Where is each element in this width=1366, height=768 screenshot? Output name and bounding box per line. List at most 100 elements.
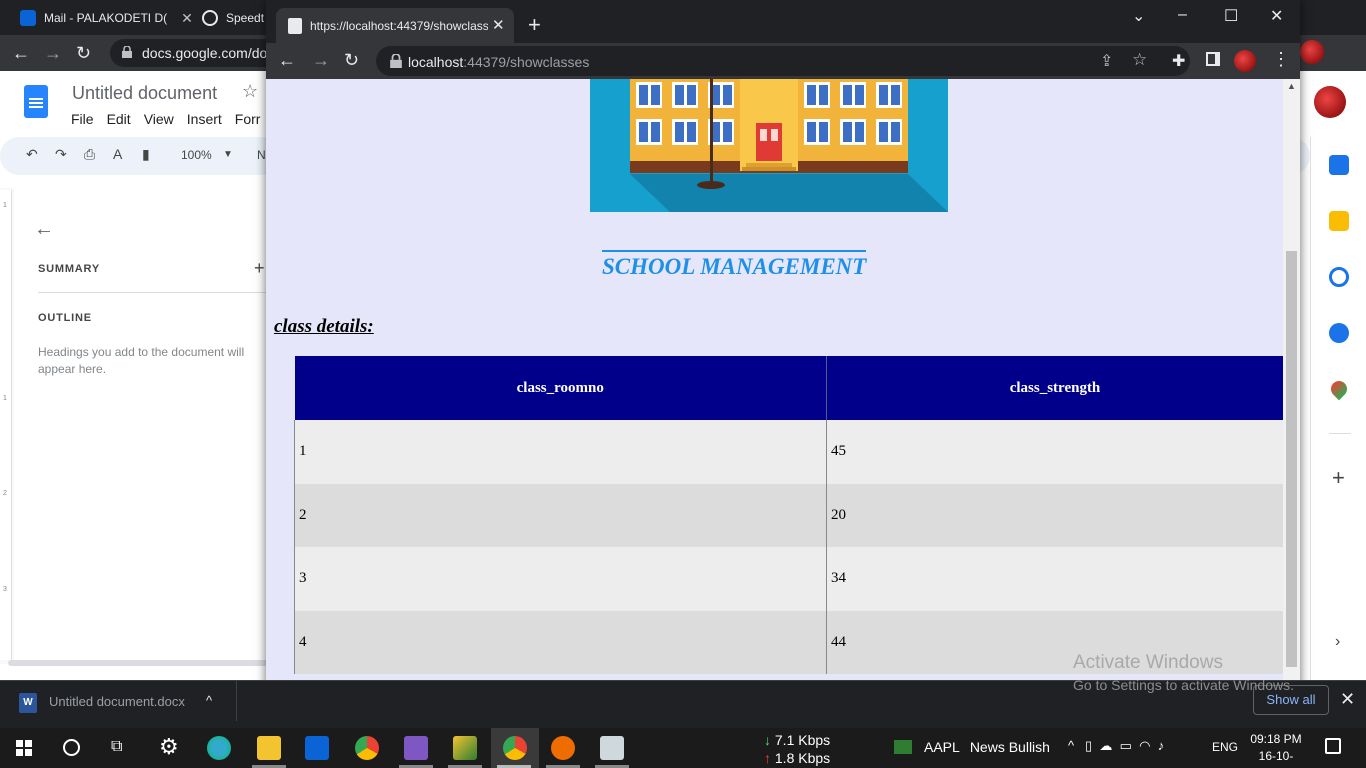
profile-avatar[interactable] [1300,40,1324,64]
menu-edit[interactable]: Edit [107,111,131,127]
new-tab-icon[interactable]: + [528,12,541,38]
back-icon[interactable]: ← [12,43,30,64]
tab-search-icon[interactable]: ⌄ [1132,6,1145,26]
menu-format[interactable]: Forr [235,111,261,127]
chevron-right-icon[interactable]: › [1335,633,1340,651]
ruler-number: 2 [3,490,7,497]
add-addon-icon[interactable]: + [1332,465,1345,491]
share-icon[interactable]: ⇪ [1100,51,1113,71]
extensions-icon[interactable]: ✚ [1172,51,1185,71]
windows-start-icon[interactable] [16,740,32,756]
close-icon[interactable]: ✕ [181,10,193,27]
lock-icon [390,54,402,68]
redo-icon[interactable]: ↷ [55,146,67,163]
contacts-icon[interactable] [1329,323,1349,343]
battery-icon[interactable]: ▭ [1120,738,1132,753]
bg-tab-speedtest[interactable]: Speedt [202,4,264,32]
keep-icon[interactable] [1329,211,1349,231]
close-download-bar-icon[interactable]: ✕ [1340,689,1355,710]
forward-icon[interactable]: → [312,50,330,71]
file-explorer-icon[interactable] [257,736,281,760]
fg-tab-strip: https://localhost:44379/showclasses ✕ + … [266,0,1300,43]
maximize-icon[interactable]: ☐ [1224,6,1238,26]
ruler-number: 1 [3,395,7,402]
reload-icon[interactable]: ↻ [76,43,91,64]
search-icon[interactable] [63,739,80,756]
cell-class-roomno: 1 [294,420,827,484]
outline-hint-text: Headings you add to the document will ap… [38,345,245,376]
docs-horizontal-scrollbar[interactable] [8,660,268,666]
cell-class-strength: 34 [826,547,1283,611]
class-table: class_roomno class_strength 1 45 2 20 3 … [294,356,1283,674]
star-icon[interactable]: ☆ [242,81,258,102]
close-window-icon[interactable]: ✕ [1270,6,1283,26]
wifi-icon[interactable]: ◠ [1139,738,1150,753]
print-icon[interactable]: ⎙ [84,146,95,163]
back-icon[interactable]: ← [278,50,296,71]
spellcheck-icon[interactable]: A [113,146,122,162]
chrome-icon[interactable] [355,736,379,760]
arrow-left-icon[interactable]: ← [34,218,54,241]
undo-icon[interactable]: ↶ [26,146,38,163]
chevron-up-icon[interactable]: ^ [206,693,212,708]
forward-icon[interactable]: → [44,43,62,64]
document-title[interactable]: Untitled document [72,83,217,104]
cloud-icon[interactable]: ☁ [1099,738,1112,753]
paint-format-icon[interactable]: ▮ [142,146,150,163]
lock-icon [122,46,132,58]
zoom-select[interactable]: 100% [181,148,212,162]
reload-icon[interactable]: ↻ [344,50,359,71]
bookmark-star-icon[interactable]: ☆ [1132,50,1147,70]
activate-windows-watermark: Activate Windows [1073,652,1223,673]
vertical-ruler: 1 1 2 3 [0,190,12,660]
menu-file[interactable]: File [71,111,94,127]
speedtest-icon [202,10,218,26]
menu-insert[interactable]: Insert [187,111,222,127]
chevron-down-icon[interactable]: ▼ [223,149,233,160]
scrollbar-thumb[interactable] [1286,251,1297,667]
outlook-icon[interactable] [305,736,329,760]
settings-gear-icon[interactable]: ⚙ [159,734,179,760]
close-tab-icon[interactable]: ✕ [492,16,505,34]
google-docs-icon[interactable] [24,85,48,118]
volume-icon[interactable]: ♪ [1158,738,1165,753]
cell-class-roomno: 3 [294,547,827,611]
tab-showclasses[interactable]: https://localhost:44379/showclasses ✕ [276,8,514,43]
task-view-icon[interactable]: ⧉ [111,738,122,756]
bg-tab-mail[interactable]: Mail - PALAKODETI D( ✕ [20,4,193,32]
table-row: 1 45 [294,420,1283,484]
address-bar[interactable]: localhost:44379/showclasses ⇪ ☆ [376,46,1190,76]
maps-icon[interactable] [1327,377,1351,401]
arrow-down-icon: ↓ [764,732,771,748]
divider [38,292,278,293]
add-summary-icon[interactable]: + [254,258,265,279]
input-language[interactable]: ENG [1212,740,1238,754]
tasks-icon[interactable] [1329,267,1349,287]
more-menu-icon[interactable]: ⋮ [1272,49,1290,70]
notification-icon[interactable] [1325,738,1341,754]
visual-studio-icon[interactable] [404,736,428,760]
usb-icon[interactable]: ▯ [1085,738,1092,753]
edge-icon[interactable] [207,736,231,760]
chevron-up-icon[interactable]: ^ [1068,738,1074,753]
page-viewport: SCHOOL MANAGEMENT class details: class_r… [266,79,1283,683]
menu-view[interactable]: View [144,111,174,127]
calendar-icon[interactable] [1329,155,1349,175]
scroll-up-icon[interactable]: ▲ [1287,81,1296,91]
clock[interactable]: 09:18 PM 16-10-2022 [1248,731,1304,768]
minimize-icon[interactable]: – [1178,6,1187,24]
system-tray[interactable]: ^ ▯ ☁ ▭ ◠ ♪ [1068,738,1164,754]
app-window-icon[interactable] [600,736,624,760]
docs-account-avatar[interactable] [1314,86,1346,118]
app-rocket-icon[interactable] [551,736,575,760]
app-icon[interactable] [453,736,477,760]
chrome-profile-icon[interactable] [503,736,527,760]
download-file-name[interactable]: Untitled document.docx [49,694,185,709]
profile-avatar[interactable] [1234,50,1256,72]
bg-address-text: docs.google.com/do [142,45,268,61]
stock-widget[interactable]: AAPL News Bullish [894,739,1050,755]
side-panel-icon[interactable] [1206,52,1220,66]
style-select[interactable]: N [257,148,266,162]
vertical-scrollbar[interactable]: ▲ [1283,79,1300,683]
activate-windows-subtext: Go to Settings to activate Windows. [1073,677,1294,693]
